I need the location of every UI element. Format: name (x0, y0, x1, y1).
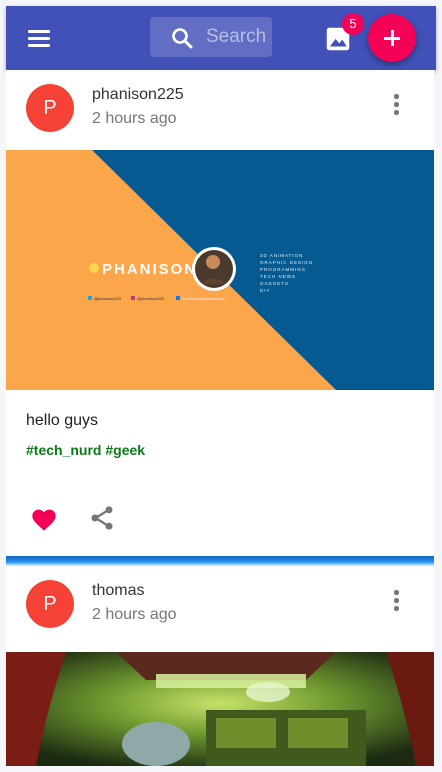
banner-topic: PROGRAMMING (260, 267, 306, 272)
search-box[interactable] (150, 17, 272, 57)
more-options-icon[interactable] (386, 588, 406, 616)
banner-topic: GADGETS (260, 281, 289, 286)
banner-social: @phanison225 (94, 296, 122, 301)
share-icon[interactable] (88, 504, 116, 532)
menu-icon[interactable] (26, 28, 50, 48)
banner-topic: TECH NEWS (260, 274, 296, 279)
post-image: PHANISON 3D ANIMATION GRAPHIC DESIGN PRO… (6, 150, 434, 390)
post-caption: hello guys (26, 412, 99, 429)
post-divider (6, 556, 434, 566)
banner-social: fb.com/phanikumar.besri (182, 296, 226, 301)
post-timestamp: 2 hours ago (92, 606, 177, 623)
post-hashtags[interactable]: #tech_nurd #geek (26, 442, 145, 458)
post-image (6, 652, 434, 766)
post-card: P phanison225 2 hours ago PHANISON 3D AN… (6, 70, 434, 556)
search-input[interactable] (206, 23, 268, 51)
search-icon (172, 28, 193, 49)
avatar[interactable]: P (26, 580, 74, 628)
banner-topic: DIY (260, 288, 271, 293)
post-timestamp: 2 hours ago (92, 110, 177, 127)
post-username[interactable]: phanison225 (92, 86, 184, 104)
post-username[interactable]: thomas (92, 582, 144, 600)
banner-social: @phanison225 (137, 296, 165, 301)
heart-icon[interactable] (30, 506, 58, 532)
avatar[interactable]: P (26, 84, 74, 132)
app-bar: 5 (6, 6, 436, 70)
notification-badge: 5 (342, 13, 364, 35)
add-post-button[interactable] (368, 14, 416, 62)
banner-topic: GRAPHIC DESIGN (260, 260, 313, 265)
banner-brand: PHANISON (102, 261, 197, 278)
more-options-icon[interactable] (386, 92, 406, 120)
post-card: P thomas 2 hours ago (6, 566, 434, 766)
banner-topic: 3D ANIMATION (260, 253, 303, 258)
